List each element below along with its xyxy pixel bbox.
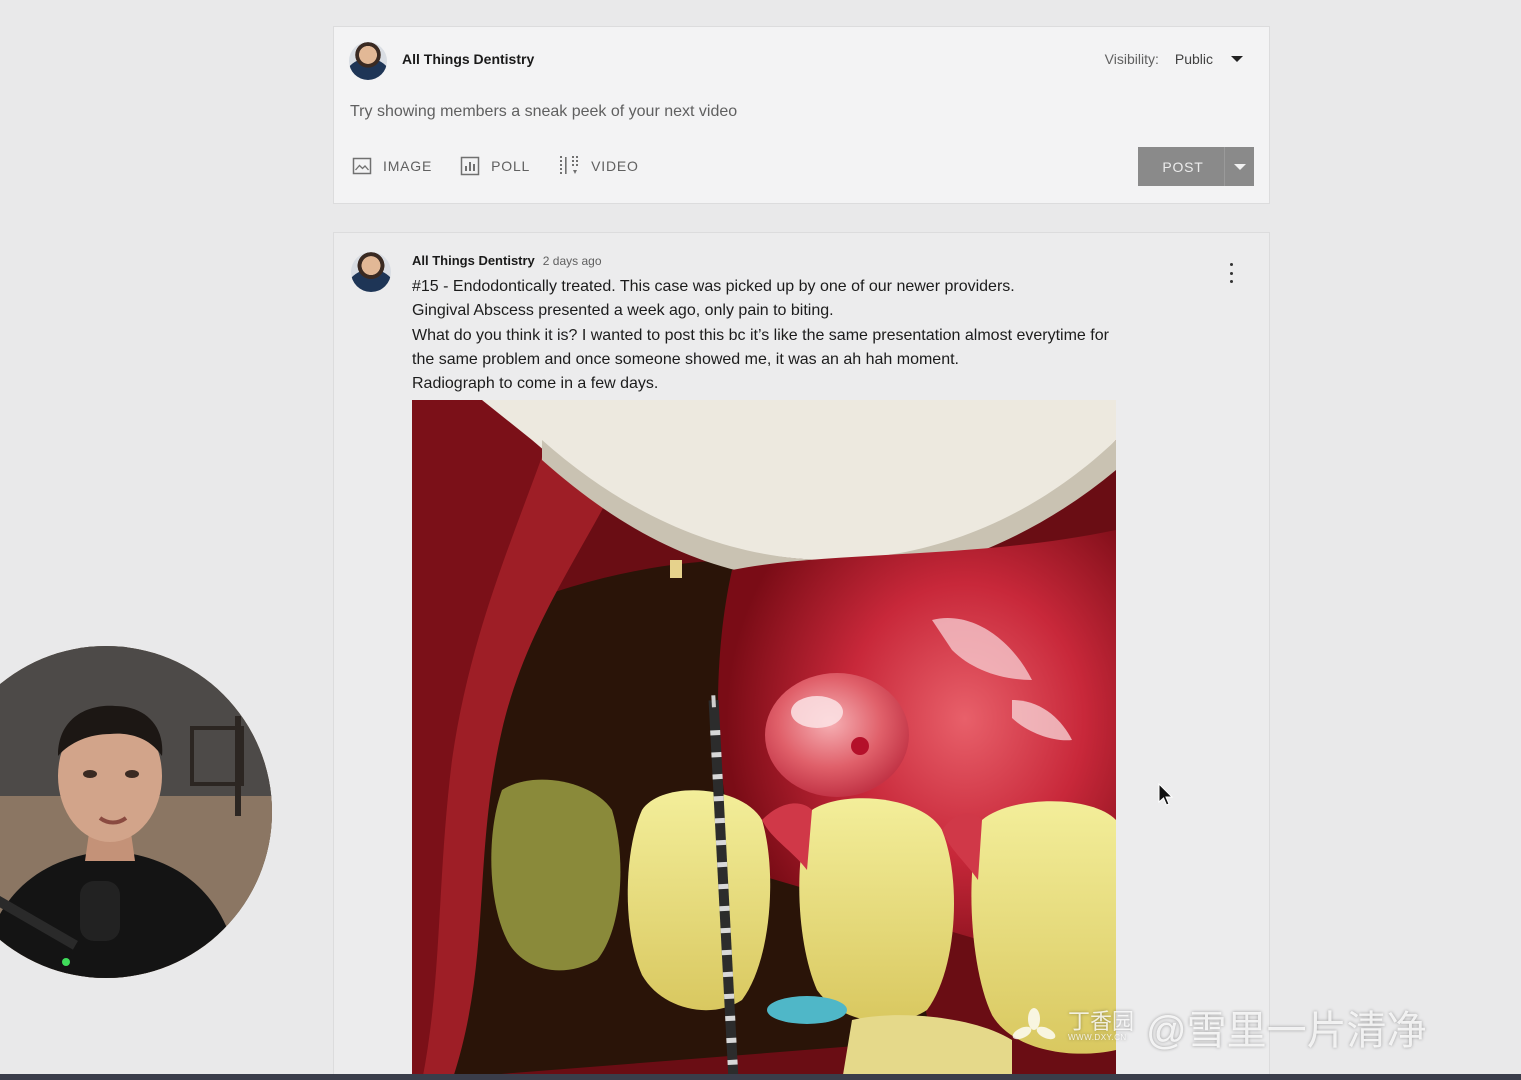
dxy-logo-icon [1012, 1008, 1056, 1040]
post-text-line: Radiograph to come in a few days. [412, 375, 659, 393]
watermark-logo-name: 丁香园 [1068, 1009, 1135, 1034]
chevron-down-icon [1231, 56, 1243, 62]
channel-avatar[interactable] [351, 252, 391, 292]
presenter-video [0, 646, 272, 978]
chevron-down-icon [1233, 163, 1246, 170]
watermark-logo-text: 丁香园 WWW.DXY.CN [1068, 1011, 1134, 1043]
post-composer: All Things Dentistry Visibility: Public … [333, 26, 1270, 204]
post-body: #15 - Endodontically treated. This case … [412, 275, 1222, 396]
video-button-label: VIDEO [591, 158, 639, 174]
post-text-line: What do you think it is? I wanted to pos… [412, 326, 1109, 344]
image-button-label: IMAGE [383, 158, 433, 174]
mouse-cursor-icon [1158, 783, 1174, 806]
composer-channel-name: All Things Dentistry [402, 51, 535, 67]
poll-icon [460, 156, 480, 176]
post-text-line: the same problem and once someone showed… [412, 350, 959, 368]
composer-tools: IMAGE POLL VIDEO [352, 155, 639, 177]
video-button[interactable]: VIDEO [558, 155, 639, 177]
bottom-bar [0, 1074, 1521, 1080]
watermark: 丁香园 WWW.DXY.CN @雪里一片清净 [1012, 998, 1427, 1056]
poll-button[interactable]: POLL [460, 155, 530, 177]
post-timestamp[interactable]: 2 days ago [543, 254, 602, 268]
presenter-webcam [0, 646, 272, 978]
post-text-line: Gingival Abscess presented a week ago, o… [412, 302, 834, 320]
watermark-handle: @雪里一片清净 [1146, 1009, 1427, 1053]
visibility-label: Visibility: [1104, 51, 1159, 67]
post-image[interactable] [412, 400, 1116, 1080]
poll-button-label: POLL [491, 158, 531, 174]
composer-prompt[interactable]: Try showing members a sneak peek of your… [350, 103, 737, 121]
image-icon [352, 157, 372, 175]
post-channel-name[interactable]: All Things Dentistry [412, 253, 535, 268]
video-icon [560, 156, 579, 174]
visibility-dropdown[interactable]: Public [1175, 51, 1243, 67]
visibility-selector[interactable]: Visibility: Public [1105, 51, 1243, 67]
channel-avatar [349, 42, 387, 80]
more-options-icon[interactable] [1223, 263, 1239, 283]
post-header: All Things Dentistry 2 days ago [412, 253, 602, 268]
visibility-value: Public [1174, 51, 1213, 67]
post-button[interactable]: POST [1138, 147, 1254, 186]
dental-photo [412, 400, 1116, 1080]
watermark-logo-url: WWW.DXY.CN [1068, 1033, 1127, 1042]
image-button[interactable]: IMAGE [352, 155, 432, 177]
post-options-button[interactable] [1224, 147, 1254, 186]
post-text-line: #15 - Endodontically treated. This case … [412, 278, 1015, 295]
community-post: All Things Dentistry 2 days ago #15 - En… [333, 232, 1270, 1080]
post-button-label: POST [1162, 158, 1204, 175]
